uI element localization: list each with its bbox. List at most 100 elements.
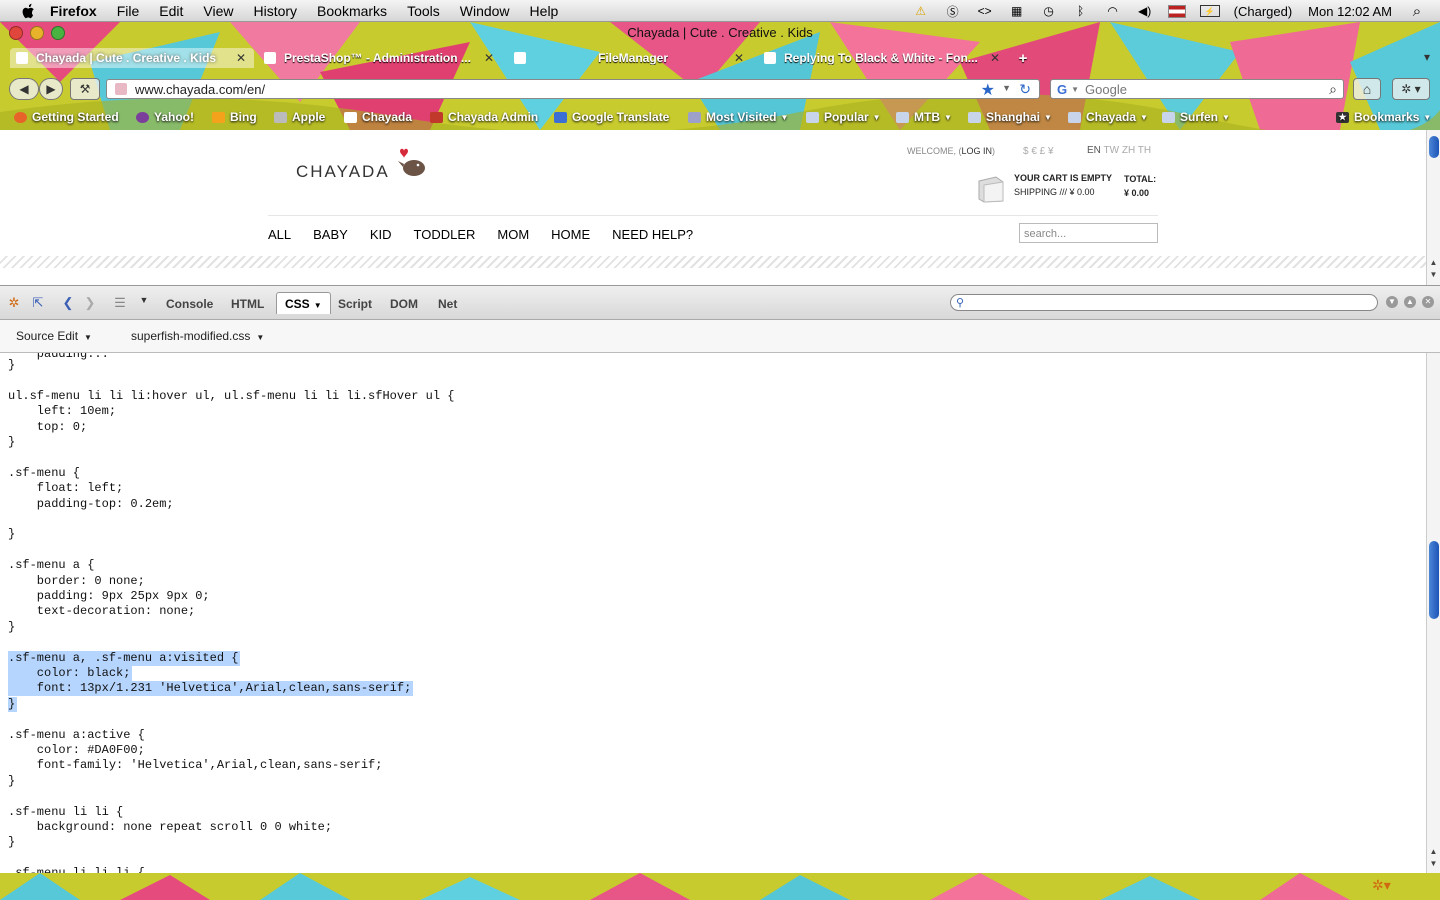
keyboard-icon[interactable]: ▦ [1008,4,1026,18]
spotlight-icon[interactable]: ⌕ [1408,3,1426,20]
source-edit-dropdown[interactable]: Source Edit ▼ [16,329,92,343]
lang-zh[interactable]: ZH [1122,145,1135,156]
url-text[interactable]: www.chayada.com/en/ [135,82,265,97]
apple-menu-icon[interactable] [18,3,40,19]
menu-window[interactable]: Window [460,3,510,19]
app-menu-firefox[interactable]: Firefox [50,3,97,19]
menu-file[interactable]: File [117,3,140,19]
wifi-icon[interactable]: ◠ [1104,4,1122,18]
inspect-icon[interactable]: ⇱ [30,295,46,311]
firebug-status-icon[interactable]: ✲▾ [1372,877,1391,894]
volume-icon[interactable]: ◀) [1136,4,1154,18]
editor-scroll-thumb[interactable] [1429,541,1439,619]
tab-close-icon[interactable]: ✕ [482,51,496,65]
firebug-menu-icon[interactable]: ✲ [6,295,22,311]
tab-close-icon[interactable]: ✕ [988,51,1002,65]
forward-button[interactable]: ▶ [39,78,63,100]
minimize-panel-icon[interactable]: ▼ [1386,296,1398,308]
tab-filemanager[interactable]: FileManager ✕ [508,48,752,68]
bookmark-google-translate[interactable]: Google Translate [554,109,669,125]
bookmarks-menu-button[interactable]: ★ Bookmarks ▼ [1336,109,1431,125]
home-button[interactable]: ⌂ [1353,78,1381,100]
web-search-box[interactable]: G ▼ Google ⌕ [1050,79,1344,99]
firebug-button[interactable]: ✲ ▾ [1392,78,1430,100]
currency-selector[interactable]: $ € £ ¥ [1023,146,1054,157]
tab-prestashop[interactable]: PrestaShop™ - Administration ... ✕ [258,48,502,68]
menu-help[interactable]: Help [530,3,559,19]
tab-console[interactable]: Console [166,297,213,311]
reload-icon[interactable]: ↻ [1019,81,1031,98]
flag-input-icon[interactable] [1167,4,1186,18]
bookmark-yahoo[interactable]: Yahoo! [136,109,194,125]
nav-kid[interactable]: KID [370,227,392,242]
clock[interactable]: Mon 12:02 AM [1308,4,1392,19]
battery-status[interactable]: (Charged) [1234,4,1293,19]
site-search-input[interactable]: search... [1019,223,1158,243]
detach-panel-icon[interactable]: ▲ [1404,296,1416,308]
bookmark-star-icon[interactable]: ★ [981,80,995,100]
new-tab-button[interactable]: + [1012,48,1034,68]
page-scroll-thumb[interactable] [1429,136,1439,158]
back-button[interactable]: ◀ [9,78,39,100]
menu-bookmarks[interactable]: Bookmarks [317,3,387,19]
bookmark-bing[interactable]: Bing [212,109,257,125]
bookmark-getting-started[interactable]: Getting Started [14,109,119,125]
warning-icon[interactable]: ⚠ [912,4,930,18]
tab-close-icon[interactable]: ✕ [234,51,248,65]
nav-home[interactable]: HOME [551,227,590,242]
tab-css[interactable]: CSS ▼ [276,292,331,314]
page-scrollbar[interactable]: ▲ ▼ [1426,130,1440,285]
time-machine-icon[interactable]: ◷ [1040,4,1058,18]
menu-history[interactable]: History [253,3,297,19]
site-identity-button[interactable]: ⚒ [70,78,100,100]
bookmark-most-visited[interactable]: Most Visited ▼ [688,109,788,125]
nav-all[interactable]: ALL [268,227,291,242]
nav-toddler[interactable]: TODDLER [414,227,476,242]
lang-en[interactable]: EN [1087,145,1101,156]
scroll-down-icon[interactable]: ▼ [1427,859,1440,868]
cart-status[interactable]: YOUR CART IS EMPTY [1014,173,1112,183]
nav-baby[interactable]: BABY [313,227,348,242]
nav-need-help[interactable]: NEED HELP? [612,227,693,242]
scroll-down-icon[interactable]: ▼ [1427,270,1440,279]
forward-arrow-icon[interactable]: ❯ [82,295,98,311]
menu-edit[interactable]: Edit [159,3,183,19]
lang-th[interactable]: TH [1138,145,1151,156]
google-engine-icon[interactable]: G [1057,82,1067,97]
bluetooth-icon[interactable]: ᛒ [1072,4,1090,18]
battery-icon[interactable]: ⚡ [1199,5,1220,17]
tab-dom[interactable]: DOM [390,297,418,311]
menu-view[interactable]: View [203,3,233,19]
script-status-icon[interactable]: Ⓢ [944,4,962,19]
bookmark-popular[interactable]: Popular ▼ [806,109,881,125]
bookmark-apple[interactable]: Apple [274,109,325,125]
lang-tw[interactable]: TW [1104,145,1120,156]
firebug-search-input[interactable]: ⚲ [950,294,1378,311]
bookmark-shanghai[interactable]: Shanghai ▼ [968,109,1052,125]
tab-close-icon[interactable]: ✕ [732,51,746,65]
search-go-icon[interactable]: ⌕ [1329,81,1337,98]
bookmark-chayada-admin[interactable]: Chayada Admin [430,109,538,125]
tab-net[interactable]: Net [438,297,457,311]
close-panel-icon[interactable]: ✕ [1422,296,1434,308]
tab-script[interactable]: Script [338,297,372,311]
bookmark-chayada-folder[interactable]: Chayada ▼ [1068,109,1148,125]
scroll-up-icon[interactable]: ▲ [1427,258,1440,267]
scroll-up-icon[interactable]: ▲ [1427,847,1440,856]
bookmark-chayada[interactable]: Chayada [344,109,412,125]
history-dropdown-icon[interactable]: ▼ [1002,83,1011,93]
shopping-bag-icon[interactable] [976,173,1006,203]
css-source-editor[interactable]: padding... } ul.sf-menu li li li:hover ul… [0,353,1426,873]
tab-replying[interactable]: Replying To Black & White - Fon... ✕ [758,48,1008,68]
chevron-down-icon[interactable]: ▼ [136,295,152,311]
login-link[interactable]: LOG IN [962,146,993,156]
url-bar[interactable]: www.chayada.com/en/ ★ ▼ ↻ [106,79,1040,99]
back-arrow-icon[interactable]: ❮ [60,295,76,311]
bookmark-surfen[interactable]: Surfen ▼ [1162,109,1230,125]
editor-scrollbar[interactable]: ▲ ▼ [1426,353,1440,873]
bookmark-mtb[interactable]: MTB ▼ [896,109,952,125]
code-icon[interactable]: <> [976,4,994,18]
site-logo[interactable]: CHAYADA [296,148,425,182]
tab-list-icon[interactable]: ▾ [1418,48,1436,66]
engine-dropdown-icon[interactable]: ▼ [1071,85,1079,94]
